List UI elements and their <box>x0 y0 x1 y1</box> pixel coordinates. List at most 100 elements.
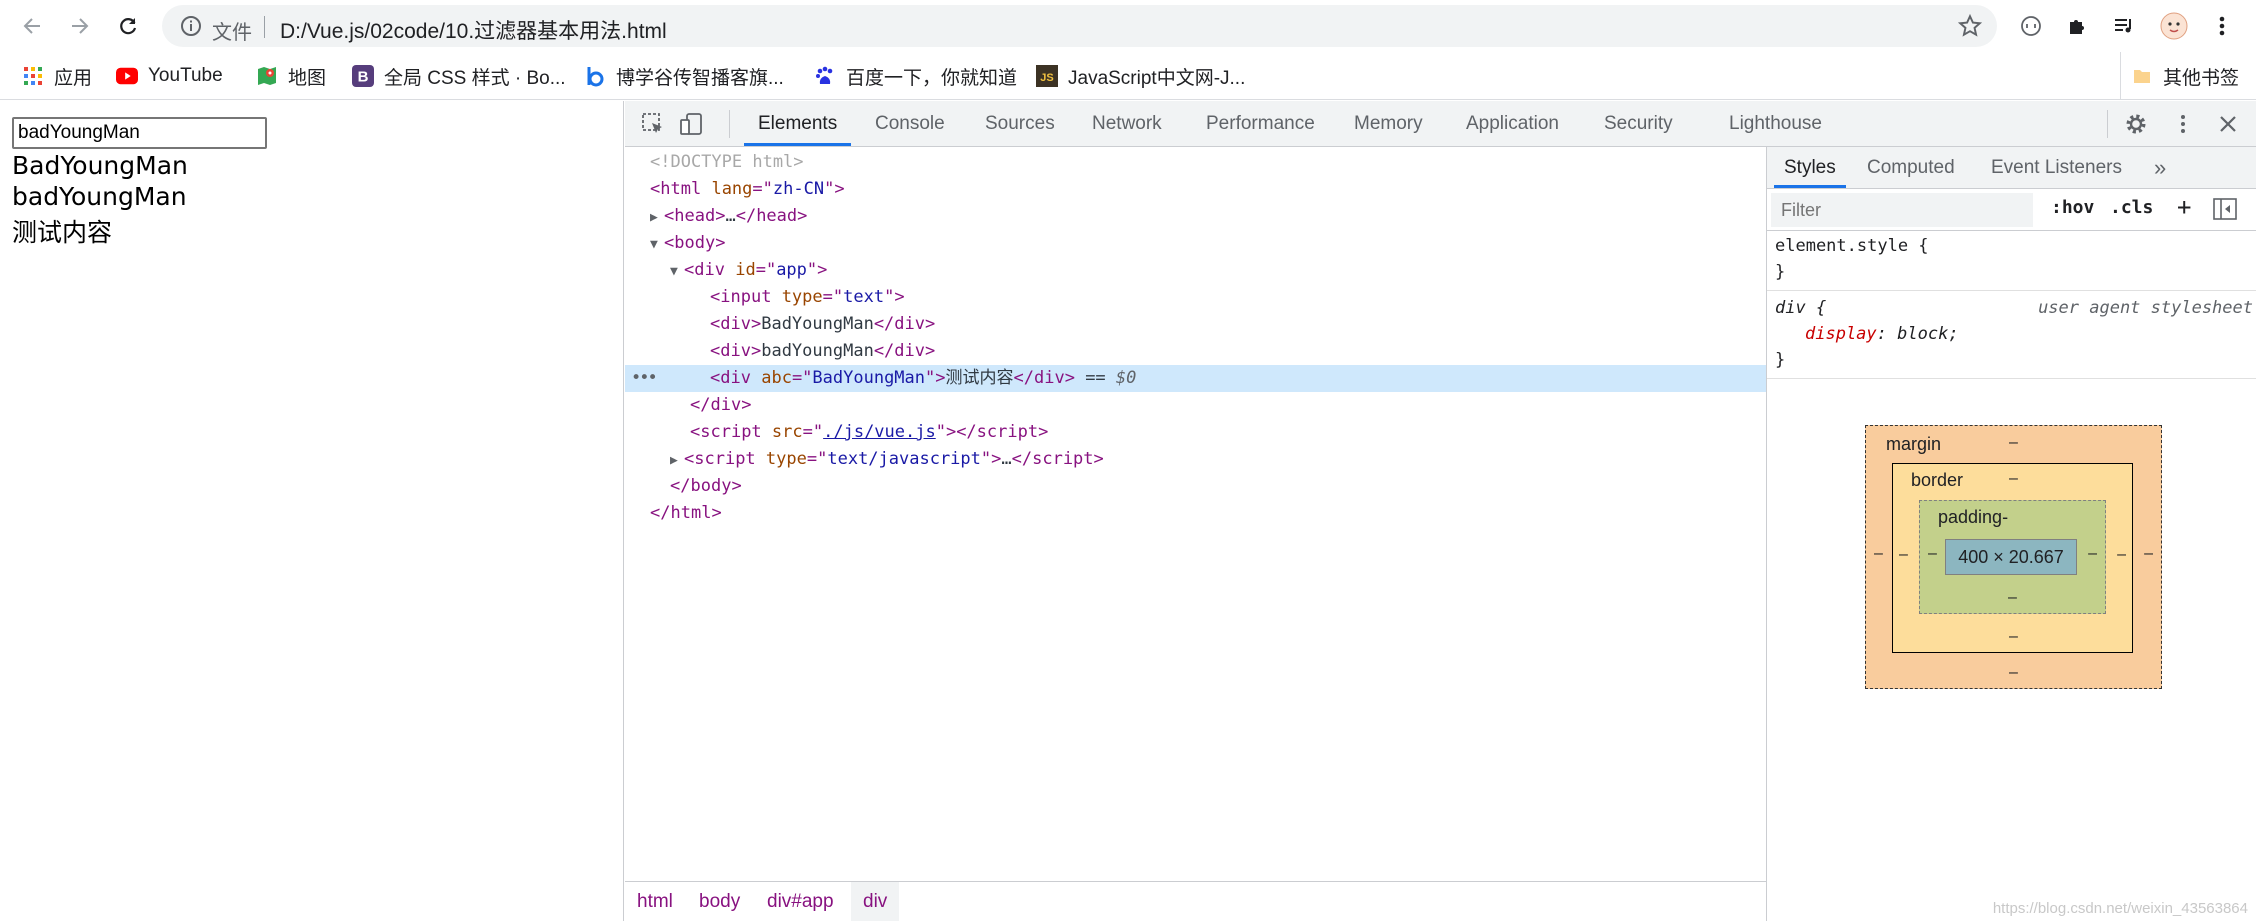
dom-node-html[interactable]: <html lang="zh-CN"> <box>625 176 1766 203</box>
svg-text:B: B <box>358 69 369 86</box>
attr-name: type <box>781 287 823 307</box>
class-toggle[interactable]: .cls <box>2110 197 2153 218</box>
doctype-text: <!DOCTYPE html> <box>650 152 804 172</box>
div-ua-rule[interactable]: div {user agent stylesheet display: bloc… <box>1767 293 2256 379</box>
padding-bottom-value: – <box>2008 589 2017 606</box>
bookmark-baidu[interactable]: 百度一下，你就知道 <box>814 62 1017 90</box>
browser-menu-button[interactable] <box>2204 8 2240 44</box>
tag-name: div <box>720 341 751 361</box>
tab-application[interactable]: Application <box>1466 101 1559 146</box>
devtools-menu-button[interactable] <box>2165 106 2201 142</box>
bookmark-bokecc[interactable]: 博学谷传智播客旗... <box>584 62 784 90</box>
new-style-rule-button[interactable]: + <box>2177 193 2191 221</box>
info-icon[interactable] <box>180 15 202 37</box>
border-label: border <box>1911 470 1964 490</box>
margin-top-value: – <box>2009 434 2018 451</box>
dom-node-div-app[interactable]: ▼ <div id="app"> <box>625 257 1766 284</box>
dom-node-html-close[interactable]: </html> <box>625 500 1766 527</box>
collapse-triangle-icon[interactable]: ▼ <box>650 231 664 258</box>
extensions-menu-button[interactable] <box>2060 8 2096 44</box>
devtools-settings-button[interactable] <box>2118 106 2154 142</box>
dom-node-div-selected[interactable]: ••• <div abc="BadYoungMan">测试内容</div> == … <box>625 365 1766 392</box>
styles-filter-input[interactable] <box>1771 193 2033 227</box>
dom-node-div[interactable]: <div>badYoungMan</div> <box>625 338 1766 365</box>
bookmark-other-folder[interactable]: 其他书签 <box>2120 52 2239 100</box>
page-text-input[interactable] <box>12 117 267 149</box>
tab-security[interactable]: Security <box>1604 101 1673 146</box>
tag-name: html <box>670 503 712 523</box>
dom-node-doctype[interactable]: <!DOCTYPE html> <box>625 149 1766 176</box>
expand-triangle-icon[interactable]: ▶ <box>650 204 664 231</box>
bookmark-apps[interactable]: 应用 <box>22 62 92 90</box>
breadcrumb-div-app[interactable]: div#app <box>755 882 846 921</box>
tab-sources[interactable]: Sources <box>985 101 1055 146</box>
device-mode-icon <box>680 113 702 135</box>
tab-computed[interactable]: Computed <box>1867 147 1955 188</box>
attr-value: text <box>843 287 885 307</box>
tab-event-listeners[interactable]: Event Listeners <box>1991 147 2122 188</box>
element-style-selector: element.style { <box>1775 236 1929 256</box>
breadcrumb-body[interactable]: body <box>687 882 752 921</box>
profile-avatar-button[interactable] <box>2156 8 2192 44</box>
bookmark-javascript[interactable]: JS JavaScript中文网-J... <box>1036 62 1245 90</box>
dom-breadcrumb: html body div#app div <box>625 881 1766 921</box>
breadcrumb-html[interactable]: html <box>625 882 685 921</box>
box-model-padding[interactable]: padding- – – – 400 × 20.667 <box>1919 500 2106 614</box>
toolbar-divider <box>2107 110 2108 138</box>
page-text-line: badYoungMan <box>12 182 187 211</box>
bookmark-maps[interactable]: 地图 <box>256 62 326 90</box>
tab-console[interactable]: Console <box>875 101 945 146</box>
tab-performance[interactable]: Performance <box>1206 101 1315 146</box>
dom-node-body[interactable]: ▼ <body> <box>625 230 1766 257</box>
css-declaration[interactable]: display: block; <box>1775 321 2256 347</box>
element-style-rule[interactable]: element.style { } <box>1767 233 2256 291</box>
dom-node-head[interactable]: ▶ <head>…</head> <box>625 203 1766 230</box>
bookmark-star-icon[interactable] <box>1957 13 1983 39</box>
tab-elements[interactable]: Elements <box>743 101 852 146</box>
tag-name: div <box>720 368 751 388</box>
dom-node-script-src[interactable]: <script src="./js/vue.js"></script> <box>625 419 1766 446</box>
bookmark-label: 其他书签 <box>2163 67 2240 89</box>
more-actions-icon[interactable]: ••• <box>631 365 658 392</box>
extension-button[interactable] <box>2013 8 2049 44</box>
address-separator <box>264 16 265 38</box>
dom-node-div-close[interactable]: </div> <box>625 392 1766 419</box>
hover-state-toggle[interactable]: :hov <box>2051 197 2094 218</box>
bookmark-bootstrap[interactable]: B 全局 CSS 样式 · Bo... <box>352 62 566 90</box>
script-src-link[interactable]: ./js/vue.js <box>823 422 936 442</box>
back-arrow-icon <box>23 18 40 34</box>
expand-triangle-icon[interactable]: ▶ <box>670 447 684 474</box>
toggle-sidebar-button[interactable] <box>2213 198 2237 225</box>
dom-node-script-inline[interactable]: ▶ <script type="text/javascript">…</scrip… <box>625 446 1766 473</box>
forward-button[interactable] <box>62 8 98 44</box>
border-right-value: – <box>2117 546 2126 563</box>
styles-tab-bar: Styles Computed Event Listeners » <box>1767 147 2256 189</box>
device-toolbar-button[interactable] <box>673 106 709 142</box>
breadcrumb-div[interactable]: div <box>851 882 900 921</box>
dom-node-input[interactable]: <input type="text"> <box>625 284 1766 311</box>
devtools-tab-bar: Elements Console Sources Network Perform… <box>625 101 2256 147</box>
back-button[interactable] <box>14 8 50 44</box>
reload-button[interactable] <box>110 8 146 44</box>
tab-memory[interactable]: Memory <box>1354 101 1423 146</box>
box-model-content[interactable]: 400 × 20.667 <box>1945 539 2077 575</box>
more-tabs-chevron-icon[interactable]: » <box>2154 147 2166 188</box>
bookmark-youtube[interactable]: YouTube <box>116 62 223 90</box>
box-model-margin[interactable]: margin – – – – border – – – – padding- –… <box>1865 425 2162 689</box>
tag-name: script <box>694 449 756 469</box>
tab-network[interactable]: Network <box>1092 101 1162 146</box>
devtools-close-button[interactable] <box>2210 106 2246 142</box>
tab-lighthouse[interactable]: Lighthouse <box>1729 101 1822 146</box>
tab-styles[interactable]: Styles <box>1774 147 1846 188</box>
address-bar[interactable]: 文件 D:/Vue.js/02code/10.过滤器基本用法.html <box>162 5 1997 47</box>
box-model-border[interactable]: border – – – – padding- – – – 400 × 20.6… <box>1892 463 2133 653</box>
kebab-menu-icon <box>2181 115 2185 133</box>
rule-close-brace: } <box>1775 350 1786 370</box>
collapse-triangle-icon[interactable]: ▼ <box>670 258 684 285</box>
inspect-element-button[interactable] <box>635 106 671 142</box>
address-url[interactable]: D:/Vue.js/02code/10.过滤器基本用法.html <box>280 15 667 45</box>
dom-node-div[interactable]: <div>BadYoungMan</div> <box>625 311 1766 338</box>
dom-node-body-close[interactable]: </body> <box>625 473 1766 500</box>
bookmark-label: 全局 CSS 样式 · Bo... <box>384 67 566 89</box>
media-control-button[interactable] <box>2106 8 2142 44</box>
